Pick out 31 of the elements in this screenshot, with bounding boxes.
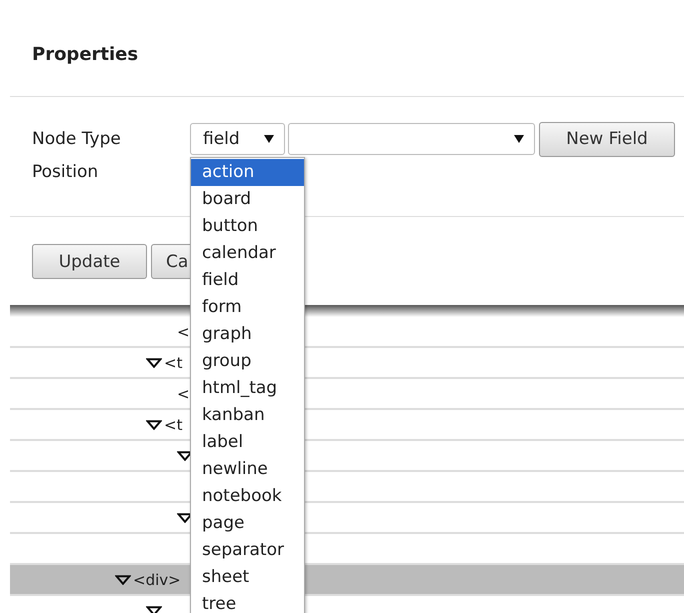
dropdown-option[interactable]: action	[191, 159, 304, 186]
new-field-button[interactable]: New Field	[539, 122, 675, 156]
tree-row[interactable]: <	[10, 317, 190, 346]
dropdown-option[interactable]: group	[191, 348, 304, 375]
dropdown-option[interactable]: sheet	[191, 564, 304, 591]
node-type-select[interactable]: field	[190, 123, 285, 155]
dropdown-option[interactable]: kanban	[191, 402, 304, 429]
dropdown-option[interactable]: button	[191, 213, 304, 240]
dialog-title: Properties	[32, 43, 138, 67]
tree-row[interactable]: <t	[10, 410, 190, 439]
tag-text: <div>	[133, 570, 181, 588]
tag-text: <	[177, 322, 190, 340]
dropdown-option[interactable]: tree	[191, 591, 304, 613]
tree-row[interactable]: <div>	[10, 565, 190, 594]
dropdown-option[interactable]: notebook	[191, 483, 304, 510]
dropdown-option[interactable]: label	[191, 429, 304, 456]
field-label: Node Type	[32, 129, 122, 149]
dropdown-option[interactable]: newline	[191, 456, 304, 483]
tag-text: <	[177, 384, 190, 402]
field-label: Position	[32, 162, 100, 182]
dropdown-option[interactable]: html_tag	[191, 375, 304, 402]
tree-row[interactable]: <t	[10, 348, 190, 377]
dropdown-option[interactable]: board	[191, 186, 304, 213]
dropdown-option[interactable]: page	[191, 510, 304, 537]
update-button[interactable]: Update	[32, 244, 147, 279]
dropdown-option[interactable]: separator	[191, 537, 304, 564]
tag-text: <t	[164, 354, 182, 372]
tree-row[interactable]: <	[10, 379, 190, 408]
tag-text: <t	[164, 416, 182, 434]
dropdown-option[interactable]: form	[191, 294, 304, 321]
dropdown-option[interactable]: graph	[191, 321, 304, 348]
